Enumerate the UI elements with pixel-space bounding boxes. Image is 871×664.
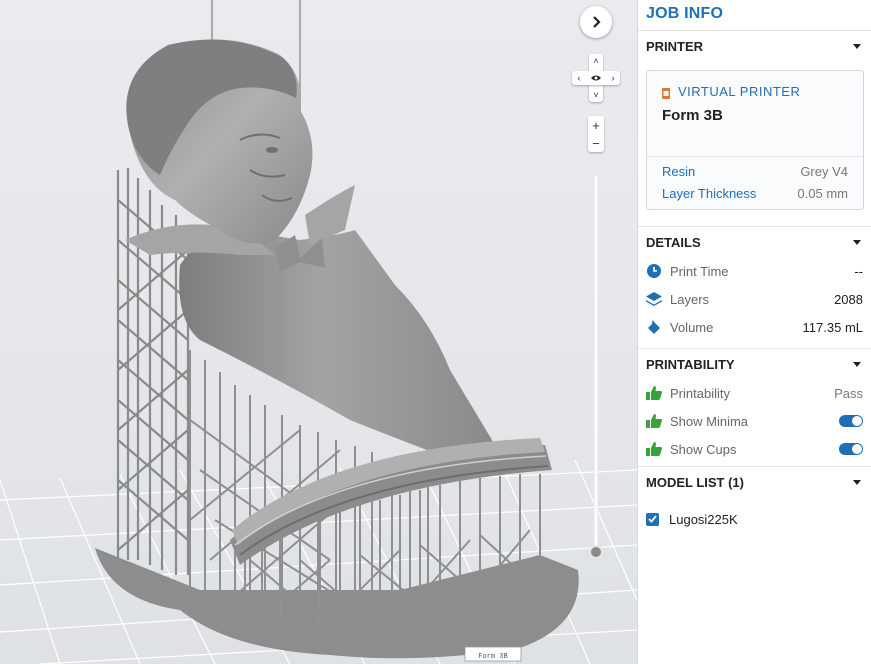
- setting-label: Layer Thickness: [662, 185, 757, 201]
- tray-tag: Form 3B: [464, 646, 522, 662]
- printer-card[interactable]: VIRTUAL PRINTER Form 3B Resin Grey V4 La…: [646, 70, 864, 210]
- caret-down-icon: [853, 43, 861, 49]
- printer-setting-row: Resin Grey V4: [647, 160, 863, 182]
- show-minima-label: Show Minima: [670, 413, 749, 429]
- detail-value: 2088: [834, 291, 863, 307]
- caret-down-icon: [853, 361, 861, 367]
- detail-row-volume: Volume 117.35 mL: [638, 313, 871, 341]
- setting-label: Resin: [662, 163, 696, 179]
- detail-row-print-time: Print Time --: [638, 257, 871, 285]
- detail-value: --: [854, 263, 863, 279]
- pan-up-button[interactable]: ˄: [589, 54, 603, 68]
- pan-right-button[interactable]: ›: [606, 71, 620, 85]
- printer-setting-row: Layer Thickness 0.05 mm: [647, 182, 863, 204]
- printer-icon: [662, 87, 670, 99]
- section-header-printability[interactable]: PRINTABILITY: [638, 349, 871, 379]
- job-info-panel: JOB INFO PRINTER VIRTUAL PRINTER Form 3B…: [637, 0, 871, 664]
- show-minima-toggle[interactable]: [839, 415, 863, 427]
- printer-name: Form 3B: [662, 107, 723, 124]
- detail-label: Layers: [670, 291, 710, 307]
- section-title: MODEL LIST (1): [646, 474, 744, 490]
- show-cups-label: Show Cups: [670, 441, 737, 457]
- show-cups-row: Show Cups: [638, 435, 871, 463]
- model-list-item[interactable]: Lugosi225K: [638, 505, 871, 533]
- volume-icon: [646, 319, 662, 335]
- section-header-details[interactable]: DETAILS: [638, 227, 871, 257]
- eye-icon[interactable]: [589, 71, 603, 85]
- setting-value: 0.05 mm: [797, 185, 848, 201]
- printer-type-label: VIRTUAL PRINTER: [678, 84, 801, 99]
- svg-text:Form 3B: Form 3B: [478, 653, 507, 661]
- view-orbit-control: ˄ ˅ ‹ ›: [572, 54, 620, 102]
- layers-icon: [646, 291, 662, 307]
- pan-down-button[interactable]: ˅: [589, 88, 603, 102]
- detail-label: Volume: [670, 319, 714, 335]
- caret-down-icon: [853, 479, 861, 485]
- printability-status: Pass: [834, 385, 863, 401]
- show-cups-toggle[interactable]: [839, 443, 863, 455]
- zoom-out-button[interactable]: −: [588, 134, 604, 152]
- collapse-panel-button[interactable]: [580, 6, 612, 38]
- section-header-model-list[interactable]: MODEL LIST (1): [638, 467, 871, 497]
- section-header-printer[interactable]: PRINTER: [638, 31, 871, 61]
- section-title: DETAILS: [646, 234, 701, 250]
- thumbs-up-icon: [646, 385, 662, 401]
- thumbs-up-icon: [646, 413, 662, 429]
- detail-label: Print Time: [670, 263, 729, 279]
- section-title: PRINTER: [646, 38, 704, 54]
- caret-down-icon: [853, 239, 861, 245]
- zoom-control: + −: [588, 116, 604, 152]
- pan-left-button[interactable]: ‹: [572, 71, 586, 85]
- panel-title: JOB INFO: [638, 0, 871, 31]
- layer-slider-handle[interactable]: [589, 545, 603, 559]
- printability-row: Printability Pass: [638, 379, 871, 407]
- 3d-viewport[interactable]: Form 3B ˄ ˅ ‹ › + −: [0, 0, 637, 664]
- setting-value: Grey V4: [800, 163, 848, 179]
- detail-row-layers: Layers 2088: [638, 285, 871, 313]
- section-title: PRINTABILITY: [646, 356, 735, 372]
- scene-canvas: Form 3B: [0, 0, 637, 664]
- model-name: Lugosi225K: [669, 511, 738, 527]
- printability-label: Printability: [670, 385, 730, 401]
- bust-model: [179, 230, 495, 455]
- checkmark-icon: [648, 515, 657, 523]
- thumbs-up-icon: [646, 441, 662, 457]
- clock-icon: [646, 263, 662, 279]
- model-checkbox[interactable]: [646, 512, 659, 526]
- zoom-in-button[interactable]: +: [588, 116, 604, 134]
- chevron-right-icon: [593, 16, 601, 28]
- show-minima-row: Show Minima: [638, 407, 871, 435]
- detail-value: 117.35 mL: [802, 319, 863, 335]
- layer-slider-track[interactable]: [594, 175, 598, 551]
